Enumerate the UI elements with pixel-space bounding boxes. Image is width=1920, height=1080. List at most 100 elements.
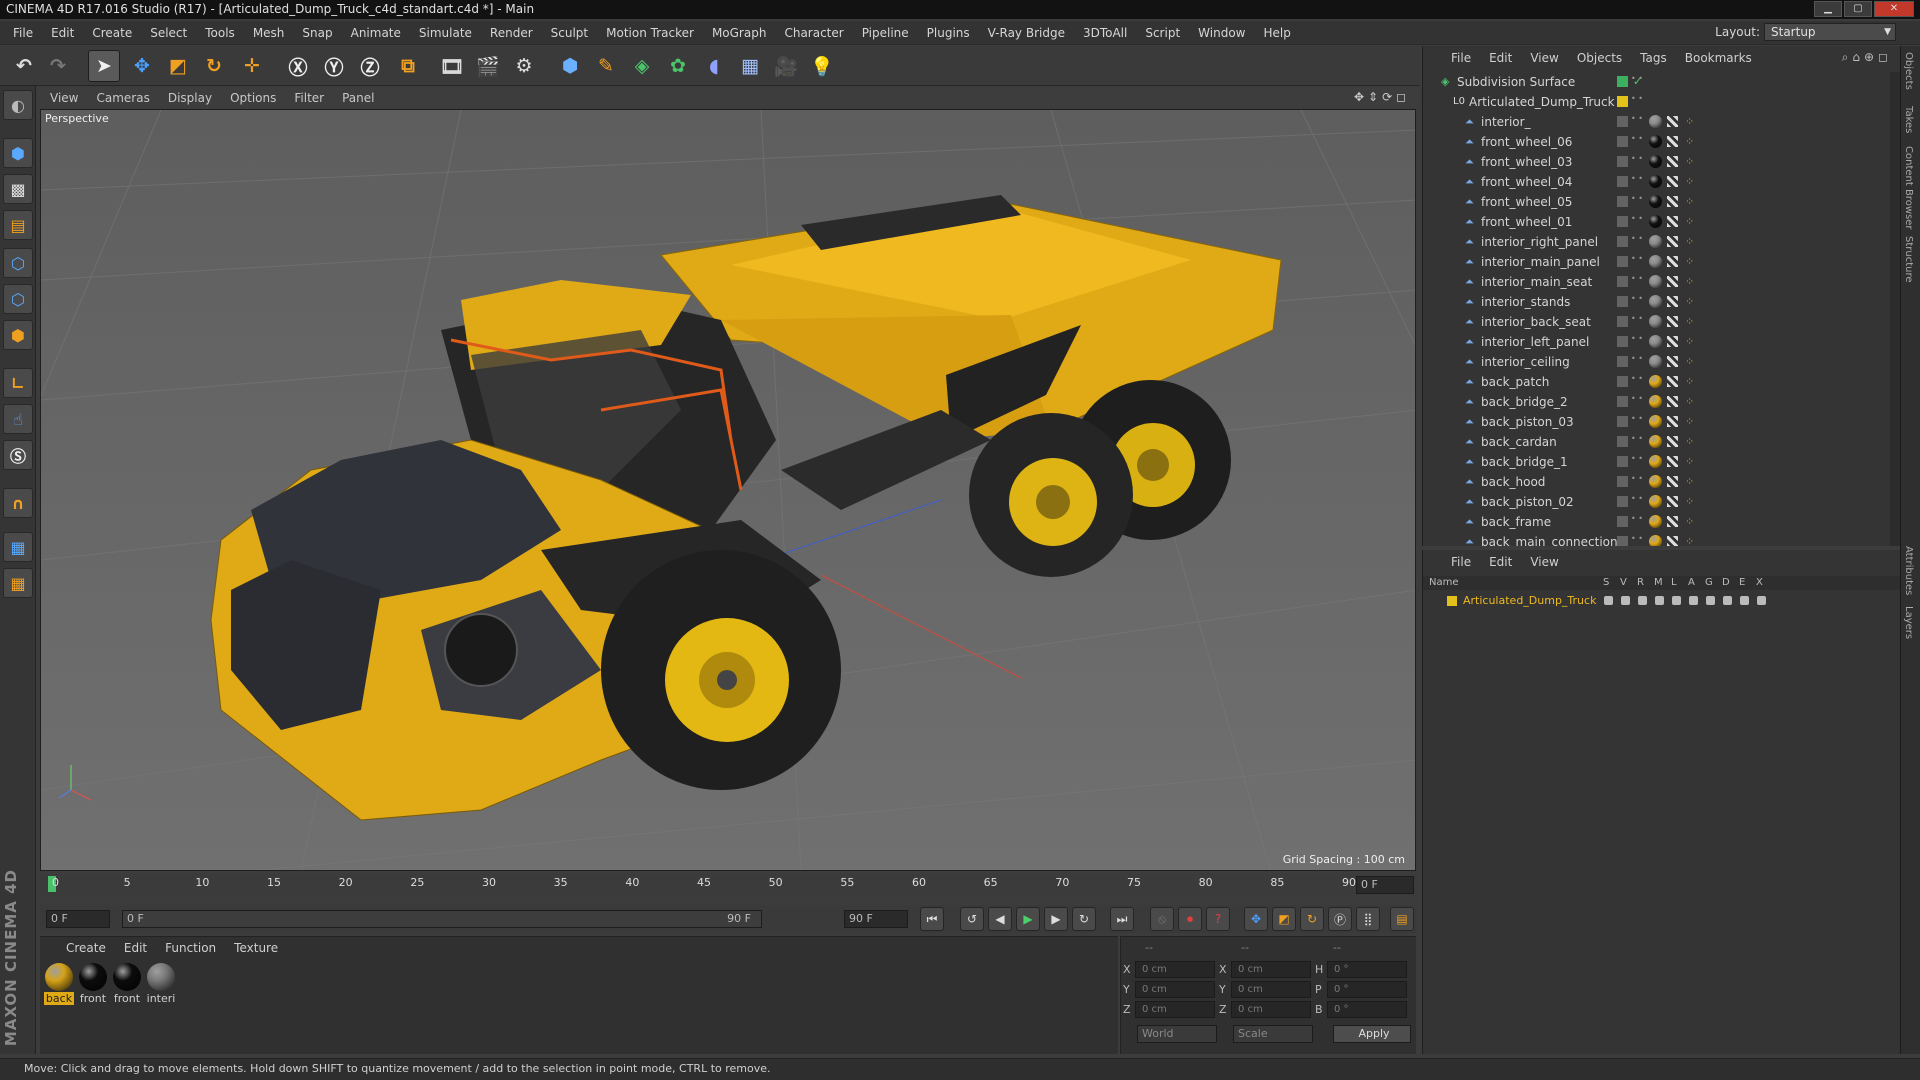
- edit-layer-icon[interactable]: [1617, 116, 1628, 127]
- material-tag-icon[interactable]: [1649, 215, 1662, 228]
- object-row[interactable]: ⏶ back_patch • • ⁘: [1423, 372, 1893, 392]
- menu-mograph[interactable]: MoGraph: [712, 26, 767, 40]
- frame-range-slider[interactable]: 0 F 90 F: [122, 910, 762, 928]
- perspective-viewport[interactable]: Perspective Grid Spacing : 100 cm: [40, 109, 1416, 871]
- light-icon[interactable]: 💡: [806, 50, 838, 82]
- close-button[interactable]: ✕: [1874, 1, 1914, 17]
- viewport-menu-options[interactable]: Options: [230, 91, 276, 105]
- material-tag-icon[interactable]: [1649, 175, 1662, 188]
- material-tag-icon[interactable]: [1649, 415, 1662, 428]
- subdivision-icon[interactable]: ◈: [626, 50, 658, 82]
- object-row[interactable]: ⏶ interior_main_seat • • ⁘: [1423, 272, 1893, 292]
- menu-edit[interactable]: Edit: [51, 26, 74, 40]
- viewport-nav-icons[interactable]: ✥⇕⟳◻: [1354, 90, 1410, 104]
- object-row[interactable]: ⏶ front_wheel_04 • • ⁘: [1423, 172, 1893, 192]
- material-tag-icon[interactable]: [1649, 475, 1662, 488]
- object-row[interactable]: ⏶ back_main_connection • • ⁘: [1423, 532, 1893, 546]
- texture-tag-icon[interactable]: [1667, 296, 1678, 307]
- object-row[interactable]: ⏶ front_wheel_03 • • ⁘: [1423, 152, 1893, 172]
- object-menu-bookmarks[interactable]: Bookmarks: [1685, 51, 1752, 65]
- visibility-dots-icon[interactable]: • •: [1631, 495, 1643, 503]
- material-tag-icon[interactable]: [1649, 515, 1662, 528]
- material-tag-icon[interactable]: [1649, 455, 1662, 468]
- material-tag-icon[interactable]: [1649, 295, 1662, 308]
- phong-tag-icon[interactable]: ⁘: [1685, 212, 1694, 232]
- keyframe-selection-icon[interactable]: ?: [1206, 907, 1230, 931]
- menu-motion-tracker[interactable]: Motion Tracker: [606, 26, 694, 40]
- layer-flag-icon[interactable]: [1723, 596, 1732, 605]
- edit-layer-icon[interactable]: [1617, 256, 1628, 267]
- texture-tag-icon[interactable]: [1667, 336, 1678, 347]
- texture-tag-icon[interactable]: [1667, 216, 1678, 227]
- layer-row[interactable]: Articulated_Dump_Truck: [1423, 592, 1901, 610]
- edit-layer-icon[interactable]: [1617, 216, 1628, 227]
- object-row[interactable]: ⏶ interior_ceiling • • ⁘: [1423, 352, 1893, 372]
- go-to-end-icon[interactable]: ⏭: [1110, 907, 1134, 931]
- material-swatch[interactable]: front: [78, 963, 108, 1005]
- texture-tag-icon[interactable]: [1667, 276, 1678, 287]
- phong-tag-icon[interactable]: ⁘: [1685, 112, 1694, 132]
- coord-system-select[interactable]: World: [1137, 1025, 1217, 1043]
- layer-flag-icon[interactable]: [1638, 596, 1647, 605]
- visibility-dots-icon[interactable]: • •: [1631, 175, 1643, 183]
- object-row[interactable]: ⏶ interior_left_panel • • ⁘: [1423, 332, 1893, 352]
- texture-tag-icon[interactable]: [1667, 396, 1678, 407]
- material-menu-texture[interactable]: Texture: [234, 941, 278, 955]
- menu-3dtoall[interactable]: 3DToAll: [1083, 26, 1127, 40]
- visibility-dots-icon[interactable]: • •: [1631, 155, 1643, 163]
- texture-tag-icon[interactable]: [1667, 136, 1678, 147]
- phong-tag-icon[interactable]: ⁘: [1685, 172, 1694, 192]
- next-frame-icon[interactable]: ▶: [1044, 907, 1068, 931]
- edit-layer-icon[interactable]: [1617, 516, 1628, 527]
- record-keys-icon[interactable]: ⦸: [1150, 907, 1174, 931]
- edit-layer-icon[interactable]: [1617, 376, 1628, 387]
- rotate-tool-icon[interactable]: ↻: [198, 50, 230, 82]
- material-menu-edit[interactable]: Edit: [124, 941, 147, 955]
- next-key-icon[interactable]: ↻: [1072, 907, 1096, 931]
- material-swatch[interactable]: back: [44, 963, 74, 1005]
- menu-snap[interactable]: Snap: [302, 26, 332, 40]
- phong-tag-icon[interactable]: ⁘: [1685, 192, 1694, 212]
- edit-layer-icon[interactable]: [1617, 476, 1628, 487]
- maximize-button[interactable]: ▢: [1844, 1, 1872, 17]
- edit-layer-icon[interactable]: [1617, 316, 1628, 327]
- material-tag-icon[interactable]: [1649, 195, 1662, 208]
- visibility-dots-icon[interactable]: • •: [1631, 255, 1643, 263]
- layer-menu-view[interactable]: View: [1530, 555, 1558, 569]
- material-swatch[interactable]: front: [112, 963, 142, 1005]
- z-axis-lock-icon[interactable]: Ⓩ: [354, 50, 386, 82]
- object-menu-edit[interactable]: Edit: [1489, 51, 1512, 65]
- edit-layer-icon[interactable]: [1617, 536, 1628, 546]
- move-tool-icon[interactable]: ✥: [126, 50, 158, 82]
- object-menu-view[interactable]: View: [1530, 51, 1558, 65]
- material-tag-icon[interactable]: [1649, 135, 1662, 148]
- key-parameter-icon[interactable]: Ⓟ: [1328, 907, 1352, 931]
- visibility-dots-icon[interactable]: • •: [1631, 355, 1643, 363]
- phong-tag-icon[interactable]: ⁘: [1685, 272, 1694, 292]
- camera-icon[interactable]: 🎥: [770, 50, 802, 82]
- phong-tag-icon[interactable]: ⁘: [1685, 352, 1694, 372]
- material-tag-icon[interactable]: [1649, 235, 1662, 248]
- object-row[interactable]: ⏶ interior_back_seat • • ⁘: [1423, 312, 1893, 332]
- object-manager-nav-icons[interactable]: ⌕⌂⊕◻: [1842, 50, 1892, 65]
- object-row[interactable]: ⏶ back_bridge_1 • • ⁘: [1423, 452, 1893, 472]
- phong-tag-icon[interactable]: ⁘: [1685, 412, 1694, 432]
- phong-tag-icon[interactable]: ⁘: [1685, 432, 1694, 452]
- edit-layer-icon[interactable]: [1617, 276, 1628, 287]
- texture-tag-icon[interactable]: [1667, 516, 1678, 527]
- workplane-icon[interactable]: ▤: [3, 210, 33, 240]
- object-menu-tags[interactable]: Tags: [1640, 51, 1667, 65]
- menu-animate[interactable]: Animate: [351, 26, 401, 40]
- material-menu-function[interactable]: Function: [165, 941, 216, 955]
- coord-value-field[interactable]: 0 cm: [1135, 961, 1215, 978]
- visibility-dots-icon[interactable]: • •: [1631, 295, 1643, 303]
- edit-layer-icon[interactable]: [1617, 236, 1628, 247]
- texture-mode-icon[interactable]: ▩: [3, 174, 33, 204]
- material-menu-create[interactable]: Create: [66, 941, 106, 955]
- side-tab-objects[interactable]: Objects: [1903, 52, 1914, 90]
- viewport-menu-panel[interactable]: Panel: [342, 91, 374, 105]
- redo-icon[interactable]: ↷: [42, 50, 74, 82]
- render-view-icon[interactable]: 🎞: [436, 50, 468, 82]
- planar-workplane-icon[interactable]: ▦: [3, 568, 33, 598]
- phong-tag-icon[interactable]: ⁘: [1685, 332, 1694, 352]
